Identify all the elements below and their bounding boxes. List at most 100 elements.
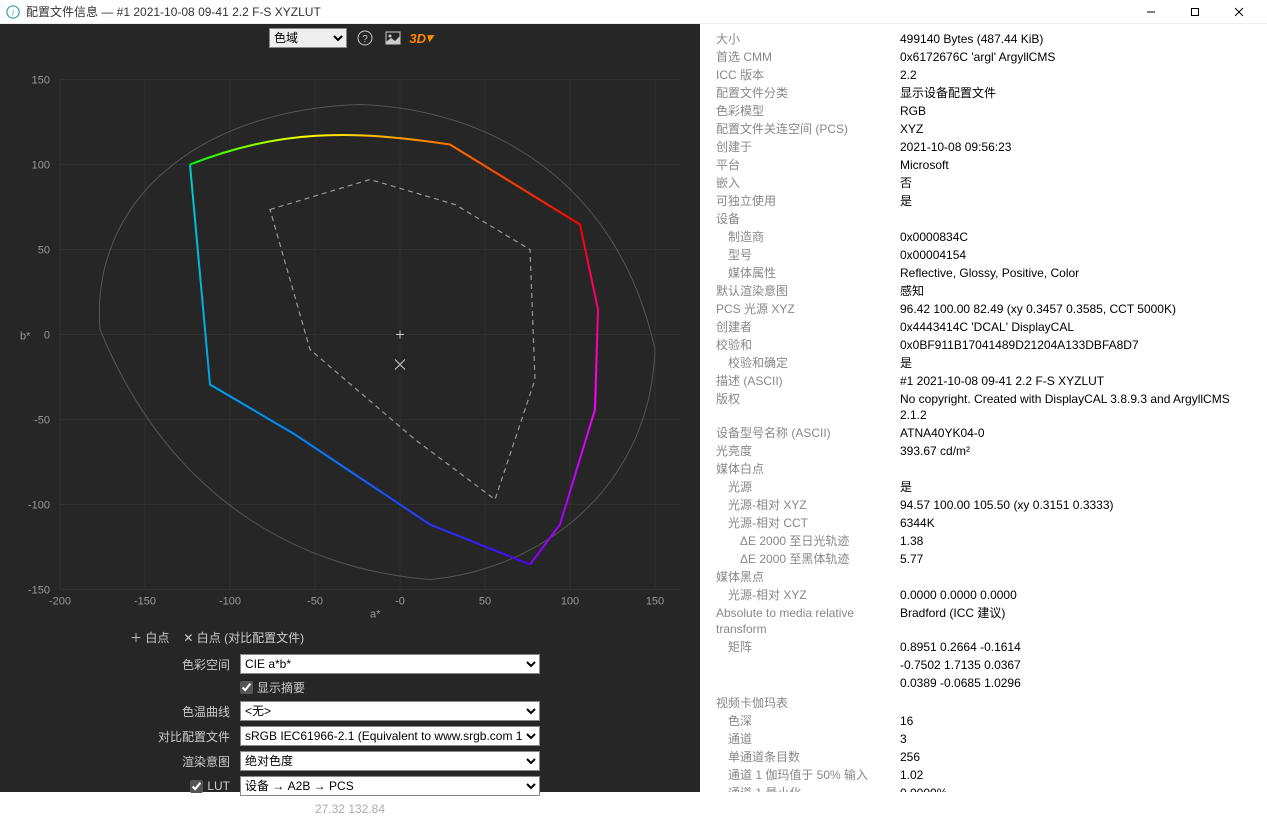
- close-button[interactable]: [1217, 0, 1261, 24]
- info-key: 描述 (ASCII): [700, 373, 900, 389]
- info-row: -0.7502 1.7135 0.0367: [700, 656, 1257, 674]
- minimize-button[interactable]: [1129, 0, 1173, 24]
- info-row: 色彩模型RGB: [700, 102, 1257, 120]
- intent-select[interactable]: 绝对色度: [240, 751, 540, 771]
- info-row: 校验和确定是: [700, 354, 1257, 372]
- info-key: 平台: [700, 157, 900, 173]
- whitepoint-plus-label: ＋ 白点: [130, 629, 169, 646]
- svg-text:-150: -150: [134, 596, 156, 608]
- info-value: 256: [900, 749, 1257, 765]
- info-value: XYZ: [900, 121, 1257, 137]
- info-key: 版权: [700, 391, 900, 423]
- info-key: 配置文件分类: [700, 85, 900, 101]
- info-key: 媒体黑点: [700, 569, 900, 585]
- info-row: 嵌入否: [700, 174, 1257, 192]
- svg-text:i: i: [12, 7, 15, 17]
- info-key: 通道 1 最小化: [700, 785, 900, 792]
- info-value: 0x0BF911B17041489D21204A133DBFA8D7: [900, 337, 1257, 353]
- info-value: ATNA40YK04-0: [900, 425, 1257, 441]
- info-key: 制造商: [700, 229, 900, 245]
- tempcurve-label: 色温曲线: [20, 703, 240, 720]
- info-key: 光源-相对 CCT: [700, 515, 900, 531]
- svg-text:100: 100: [561, 596, 579, 608]
- info-value: No copyright. Created with DisplayCAL 3.…: [900, 391, 1257, 423]
- lut-select[interactable]: 设备 → A2B → PCS: [240, 776, 540, 796]
- compare-label: 对比配置文件: [20, 728, 240, 745]
- svg-text:0: 0: [44, 330, 50, 342]
- info-value: 显示设备配置文件: [900, 85, 1257, 101]
- info-row: 通道 1 最小化0.0000%: [700, 784, 1257, 792]
- info-key: 光源: [700, 479, 900, 495]
- info-row: 设备型号名称 (ASCII)ATNA40YK04-0: [700, 424, 1257, 442]
- info-value: 499140 Bytes (487.44 KiB): [900, 31, 1257, 47]
- help-icon[interactable]: ?: [355, 28, 375, 48]
- info-value: 2021-10-08 09:56:23: [900, 139, 1257, 155]
- svg-text:150: 150: [646, 596, 664, 608]
- info-key: 媒体属性: [700, 265, 900, 281]
- info-row: 色深16: [700, 712, 1257, 730]
- show-summary-label: 显示摘要: [257, 679, 305, 696]
- 3d-button[interactable]: 3D▾: [411, 28, 431, 48]
- info-value: 393.67 cd/m²: [900, 443, 1257, 459]
- info-row: 首选 CMM0x6172676C 'argl' ArgyllCMS: [700, 48, 1257, 66]
- info-value: [900, 461, 1257, 477]
- info-key: ICC 版本: [700, 67, 900, 83]
- gamut-panel: 色域 ? 3D▾: [0, 24, 700, 792]
- info-key: 校验和: [700, 337, 900, 353]
- image-icon[interactable]: [383, 28, 403, 48]
- info-value: 0.8951 0.2664 -0.1614: [900, 639, 1257, 655]
- info-row: 可独立使用是: [700, 192, 1257, 210]
- info-key: 大小: [700, 31, 900, 47]
- view-select[interactable]: 色域: [269, 28, 347, 48]
- show-summary-checkbox[interactable]: [240, 681, 253, 694]
- colorspace-label: 色彩空间: [20, 656, 240, 673]
- info-value: 0x4443414C 'DCAL' DisplayCAL: [900, 319, 1257, 335]
- info-key: 设备: [700, 211, 900, 227]
- info-key: 通道: [700, 731, 900, 747]
- info-value: 5.77: [900, 551, 1257, 567]
- info-row: ICC 版本2.2: [700, 66, 1257, 84]
- maximize-button[interactable]: [1173, 0, 1217, 24]
- info-row: ΔE 2000 至日光轨迹1.38: [700, 532, 1257, 550]
- info-row: 光源是: [700, 478, 1257, 496]
- info-key: 型号: [700, 247, 900, 263]
- info-value: #1 2021-10-08 09-41 2.2 F-S XYZLUT: [900, 373, 1257, 389]
- svg-text:-0: -0: [395, 596, 405, 608]
- info-row: 设备: [700, 210, 1257, 228]
- info-value: 0.0000%: [900, 785, 1257, 792]
- info-row: 描述 (ASCII)#1 2021-10-08 09-41 2.2 F-S XY…: [700, 372, 1257, 390]
- info-row: 创建于2021-10-08 09:56:23: [700, 138, 1257, 156]
- info-row: 配置文件关连空间 (PCS)XYZ: [700, 120, 1257, 138]
- info-key: 媒体白点: [700, 461, 900, 477]
- svg-text:50: 50: [479, 596, 491, 608]
- tempcurve-select[interactable]: <无>: [240, 701, 540, 721]
- gamut-chart[interactable]: -200-150-100-50-050100150 -150-100-50050…: [0, 48, 700, 621]
- info-value: [900, 695, 1257, 711]
- info-key: 光源-相对 XYZ: [700, 497, 900, 513]
- compare-select[interactable]: sRGB IEC61966-2.1 (Equivalent to www.srg…: [240, 726, 540, 746]
- info-row: 平台Microsoft: [700, 156, 1257, 174]
- info-row: 媒体黑点: [700, 568, 1257, 586]
- info-value: [900, 211, 1257, 227]
- info-row: Absolute to media relative transformBrad…: [700, 604, 1257, 638]
- info-value: 是: [900, 479, 1257, 495]
- info-value: 感知: [900, 283, 1257, 299]
- info-row: 校验和0x0BF911B17041489D21204A133DBFA8D7: [700, 336, 1257, 354]
- info-key: 首选 CMM: [700, 49, 900, 65]
- colorspace-select[interactable]: CIE a*b*: [240, 654, 540, 674]
- info-value: 0x00004154: [900, 247, 1257, 263]
- info-value: 96.42 100.00 82.49 (xy 0.3457 0.3585, CC…: [900, 301, 1257, 317]
- whitepoint-x-label: ✕ 白点 (对比配置文件): [183, 629, 304, 646]
- info-value: 16: [900, 713, 1257, 729]
- info-value: 0.0000 0.0000 0.0000: [900, 587, 1257, 603]
- info-row: 视频卡伽玛表: [700, 694, 1257, 712]
- intent-label: 渲染意图: [20, 753, 240, 770]
- info-panel[interactable]: 大小499140 Bytes (487.44 KiB)首选 CMM0x61726…: [700, 24, 1267, 792]
- info-value: 0.0389 -0.0685 1.0296: [900, 675, 1257, 691]
- info-row: 光源-相对 XYZ94.57 100.00 105.50 (xy 0.3151 …: [700, 496, 1257, 514]
- info-row: 大小499140 Bytes (487.44 KiB): [700, 30, 1257, 48]
- lut-checkbox[interactable]: [190, 780, 203, 793]
- info-row: 矩阵0.8951 0.2664 -0.1614: [700, 638, 1257, 656]
- svg-text:-100: -100: [219, 596, 241, 608]
- info-key: 创建者: [700, 319, 900, 335]
